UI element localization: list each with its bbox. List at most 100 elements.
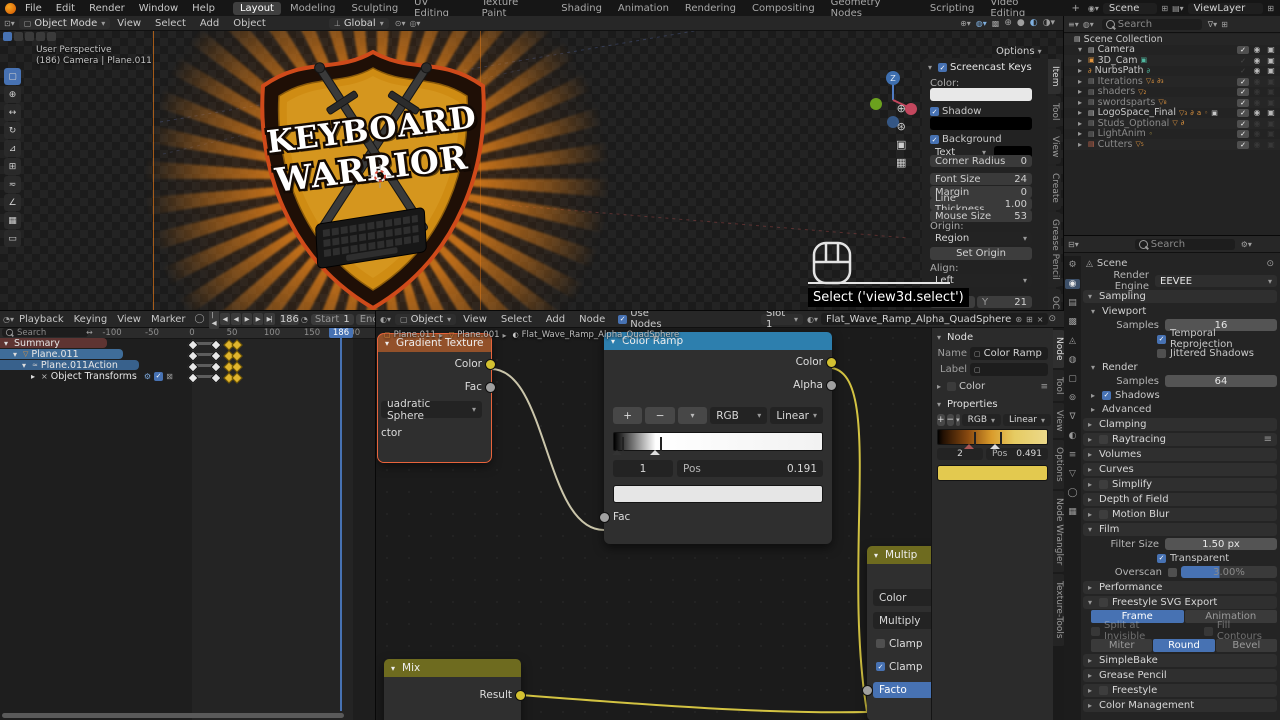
expand-icon[interactable]: ▸: [1078, 77, 1082, 86]
channel-chip[interactable]: ▾ ≈ Plane.011Action: [0, 360, 139, 371]
stop-color-swatch[interactable]: [937, 465, 1048, 481]
field-value[interactable]: EEVEE: [1155, 275, 1277, 287]
workspace-tab-rendering[interactable]: Rendering: [678, 2, 743, 15]
checkbox[interactable]: ✓: [1157, 553, 1166, 563]
mode-selector[interactable]: ▢ Object Mode: [18, 17, 111, 29]
stop-color-swatch[interactable]: [613, 484, 823, 503]
field-value[interactable]: 64: [1165, 375, 1277, 387]
eye-toggle-icon[interactable]: ◉: [1251, 56, 1263, 65]
outliner-row-swordsparts[interactable]: ▸ ▤ swordsparts ▽₈ ✓ ◉ ▣: [1064, 97, 1280, 108]
mode-strip-icon[interactable]: [3, 32, 12, 41]
editor-type-icon[interactable]: ⊡▾: [4, 19, 15, 28]
menu-file[interactable]: File: [18, 3, 49, 14]
gradient-type-dropdown[interactable]: uadratic Sphere: [381, 398, 482, 422]
node-name-field[interactable]: ▢ Color Ramp: [970, 347, 1048, 360]
check-toggle-icon[interactable]: ✓: [1237, 46, 1249, 55]
viewport-menu-add[interactable]: Add: [193, 18, 226, 29]
shading-solid-icon[interactable]: ●: [1017, 18, 1025, 28]
viewlayer-browse-icon[interactable]: ▤▾: [1172, 4, 1184, 13]
use-nodes-checkbox[interactable]: ✓: [618, 314, 628, 324]
screencast-field-corner-radius[interactable]: Corner Radius 0: [930, 155, 1032, 167]
property-tab-icon-0[interactable]: ⚙: [1065, 260, 1080, 270]
properties-search-input[interactable]: Search: [1134, 238, 1235, 250]
lock-icon[interactable]: ⊠: [166, 372, 173, 381]
cam-toggle-icon[interactable]: ▣: [1265, 108, 1277, 117]
clamp-result-checkbox[interactable]: [876, 639, 885, 648]
transport-prev-key[interactable]: ◀: [219, 313, 230, 325]
color-mode-dropdown[interactable]: RGB: [961, 414, 1002, 426]
shader-type-dropdown[interactable]: ▢ Object: [395, 313, 457, 325]
outliner-row-3d_cam[interactable]: ▸ ▣ 3D_Cam ▣ ✓ ◉ ▣: [1064, 55, 1280, 66]
fake-user-icon[interactable]: ⊛: [1015, 315, 1022, 324]
cam-toggle-icon[interactable]: ▣: [1265, 66, 1277, 75]
sidebar-ramp-gradient[interactable]: [937, 429, 1048, 449]
section-checkbox[interactable]: [1099, 435, 1109, 444]
current-frame-field[interactable]: 186: [279, 313, 299, 325]
property-tab-icon-12[interactable]: ◯: [1065, 488, 1080, 498]
clamp-factor-checkbox[interactable]: ✓: [876, 662, 885, 671]
menu-help[interactable]: Help: [185, 3, 222, 14]
expand-icon[interactable]: ▸: [1078, 66, 1082, 75]
tool-add-cube[interactable]: ▦: [4, 212, 21, 229]
interpolation-dropdown[interactable]: Linear: [770, 407, 823, 424]
section-simplebake[interactable]: ▸ SimpleBake: [1083, 654, 1277, 667]
transport-jump-start[interactable]: |◀: [208, 311, 219, 329]
overlays-toggle-icon[interactable]: ◍▾: [976, 19, 987, 28]
expand-icon[interactable]: ▸: [31, 372, 35, 381]
check-toggle-icon[interactable]: ✓: [1237, 130, 1249, 139]
channel-expand-icon[interactable]: ↔: [86, 328, 93, 337]
node-menu-view[interactable]: View: [456, 314, 494, 325]
check-toggle-icon[interactable]: ✓: [1237, 77, 1249, 86]
outliner-filter-icon[interactable]: ∇▾: [1208, 20, 1217, 29]
outliner-row-lightanim[interactable]: ▸ ▤ LightAnim ◦ ✓ ◉ ▣: [1064, 128, 1280, 139]
check-toggle-icon[interactable]: ✓: [1237, 98, 1249, 107]
camera-view-icon[interactable]: ▣: [896, 138, 906, 151]
viewport-menu-view[interactable]: View: [110, 18, 148, 29]
row-advanced[interactable]: ▸ Advanced: [1083, 402, 1277, 416]
property-tab-icon-8[interactable]: ∇: [1065, 412, 1080, 422]
screencast-field-font-size[interactable]: Font Size 24: [930, 173, 1032, 185]
new-viewlayer-icon[interactable]: ⊞: [1267, 4, 1274, 13]
color-override-checkbox[interactable]: [947, 382, 957, 391]
section-sampling[interactable]: ▾ Sampling: [1083, 290, 1277, 303]
section-volumes[interactable]: ▸ Volumes: [1083, 448, 1277, 461]
workspace-tab-scripting[interactable]: Scripting: [923, 2, 981, 15]
interpolation-dropdown[interactable]: Linear: [1003, 414, 1052, 426]
offset-y-field[interactable]: Y 21: [977, 296, 1032, 308]
outliner-row-nurbspath[interactable]: ▸ ∂ NurbsPath ∂ ✓ ◉ ▣: [1064, 65, 1280, 76]
viewport-menu-select[interactable]: Select: [148, 18, 193, 29]
tool-box-select[interactable]: ▢: [4, 68, 21, 85]
stop-position-field[interactable]: Pos 0.191: [677, 460, 823, 477]
add-stop-button[interactable]: +: [613, 407, 643, 424]
stop-index-field[interactable]: 1: [613, 460, 673, 477]
mute-checkbox[interactable]: ✓: [154, 371, 164, 381]
expand-icon[interactable]: ▸: [1078, 140, 1082, 149]
outliner-row-iterations[interactable]: ▸ ▤ Iterations ▽₄ ∂₃ ✓ ◉ ▣: [1064, 76, 1280, 87]
color-mode-dropdown[interactable]: RGB: [710, 407, 768, 424]
add-stop-button[interactable]: +: [937, 414, 945, 426]
section-freestyle[interactable]: ▸ Freestyle: [1083, 684, 1277, 697]
channel-chip[interactable]: ▾ Summary: [0, 338, 107, 349]
section-motion-blur[interactable]: ▸ Motion Blur: [1083, 508, 1277, 521]
tool-move[interactable]: ↔: [4, 104, 21, 121]
eye-toggle-icon[interactable]: ◉: [1251, 87, 1263, 96]
section-freestyle-svg-export[interactable]: ▾ Freestyle SVG Export: [1083, 596, 1277, 609]
viewlayer-selector[interactable]: ViewLayer: [1187, 2, 1264, 14]
expand-icon[interactable]: ▸: [1078, 56, 1082, 65]
material-name-field[interactable]: Flat_Wave_Ramp_Alpha_QuadSphere ⊛ ⊞ ×: [821, 313, 1049, 325]
checkbox[interactable]: ✓: [1102, 390, 1112, 400]
cam-toggle-icon[interactable]: ▣: [1265, 45, 1277, 54]
eye-toggle-icon[interactable]: ◉: [1251, 119, 1263, 128]
tool-extra-tool[interactable]: ▭: [4, 230, 21, 247]
node-menu-node[interactable]: Node: [572, 314, 612, 325]
blender-logo-icon[interactable]: [5, 3, 16, 14]
mode-strip-icon[interactable]: [36, 32, 45, 41]
collapse-icon[interactable]: ▾: [874, 551, 878, 560]
outliner-row-shaders[interactable]: ▸ ▤ shaders ▽₂ ✓ ◉ ▣: [1064, 86, 1280, 97]
ramp-stop-1[interactable]: [650, 437, 662, 455]
shading-rendered-icon[interactable]: ◑▾: [1043, 18, 1055, 28]
sidebar-tab-item[interactable]: Item: [1048, 59, 1061, 94]
outliner-row-logospace_final[interactable]: ▸ ▤ LogoSpace_Final ▽₃ ∂ a ◦ ▣ ✓ ◉ ▣: [1064, 107, 1280, 118]
sidebar-tab-create[interactable]: Create: [1048, 166, 1061, 211]
eye-toggle-icon[interactable]: ◉: [1251, 66, 1263, 75]
